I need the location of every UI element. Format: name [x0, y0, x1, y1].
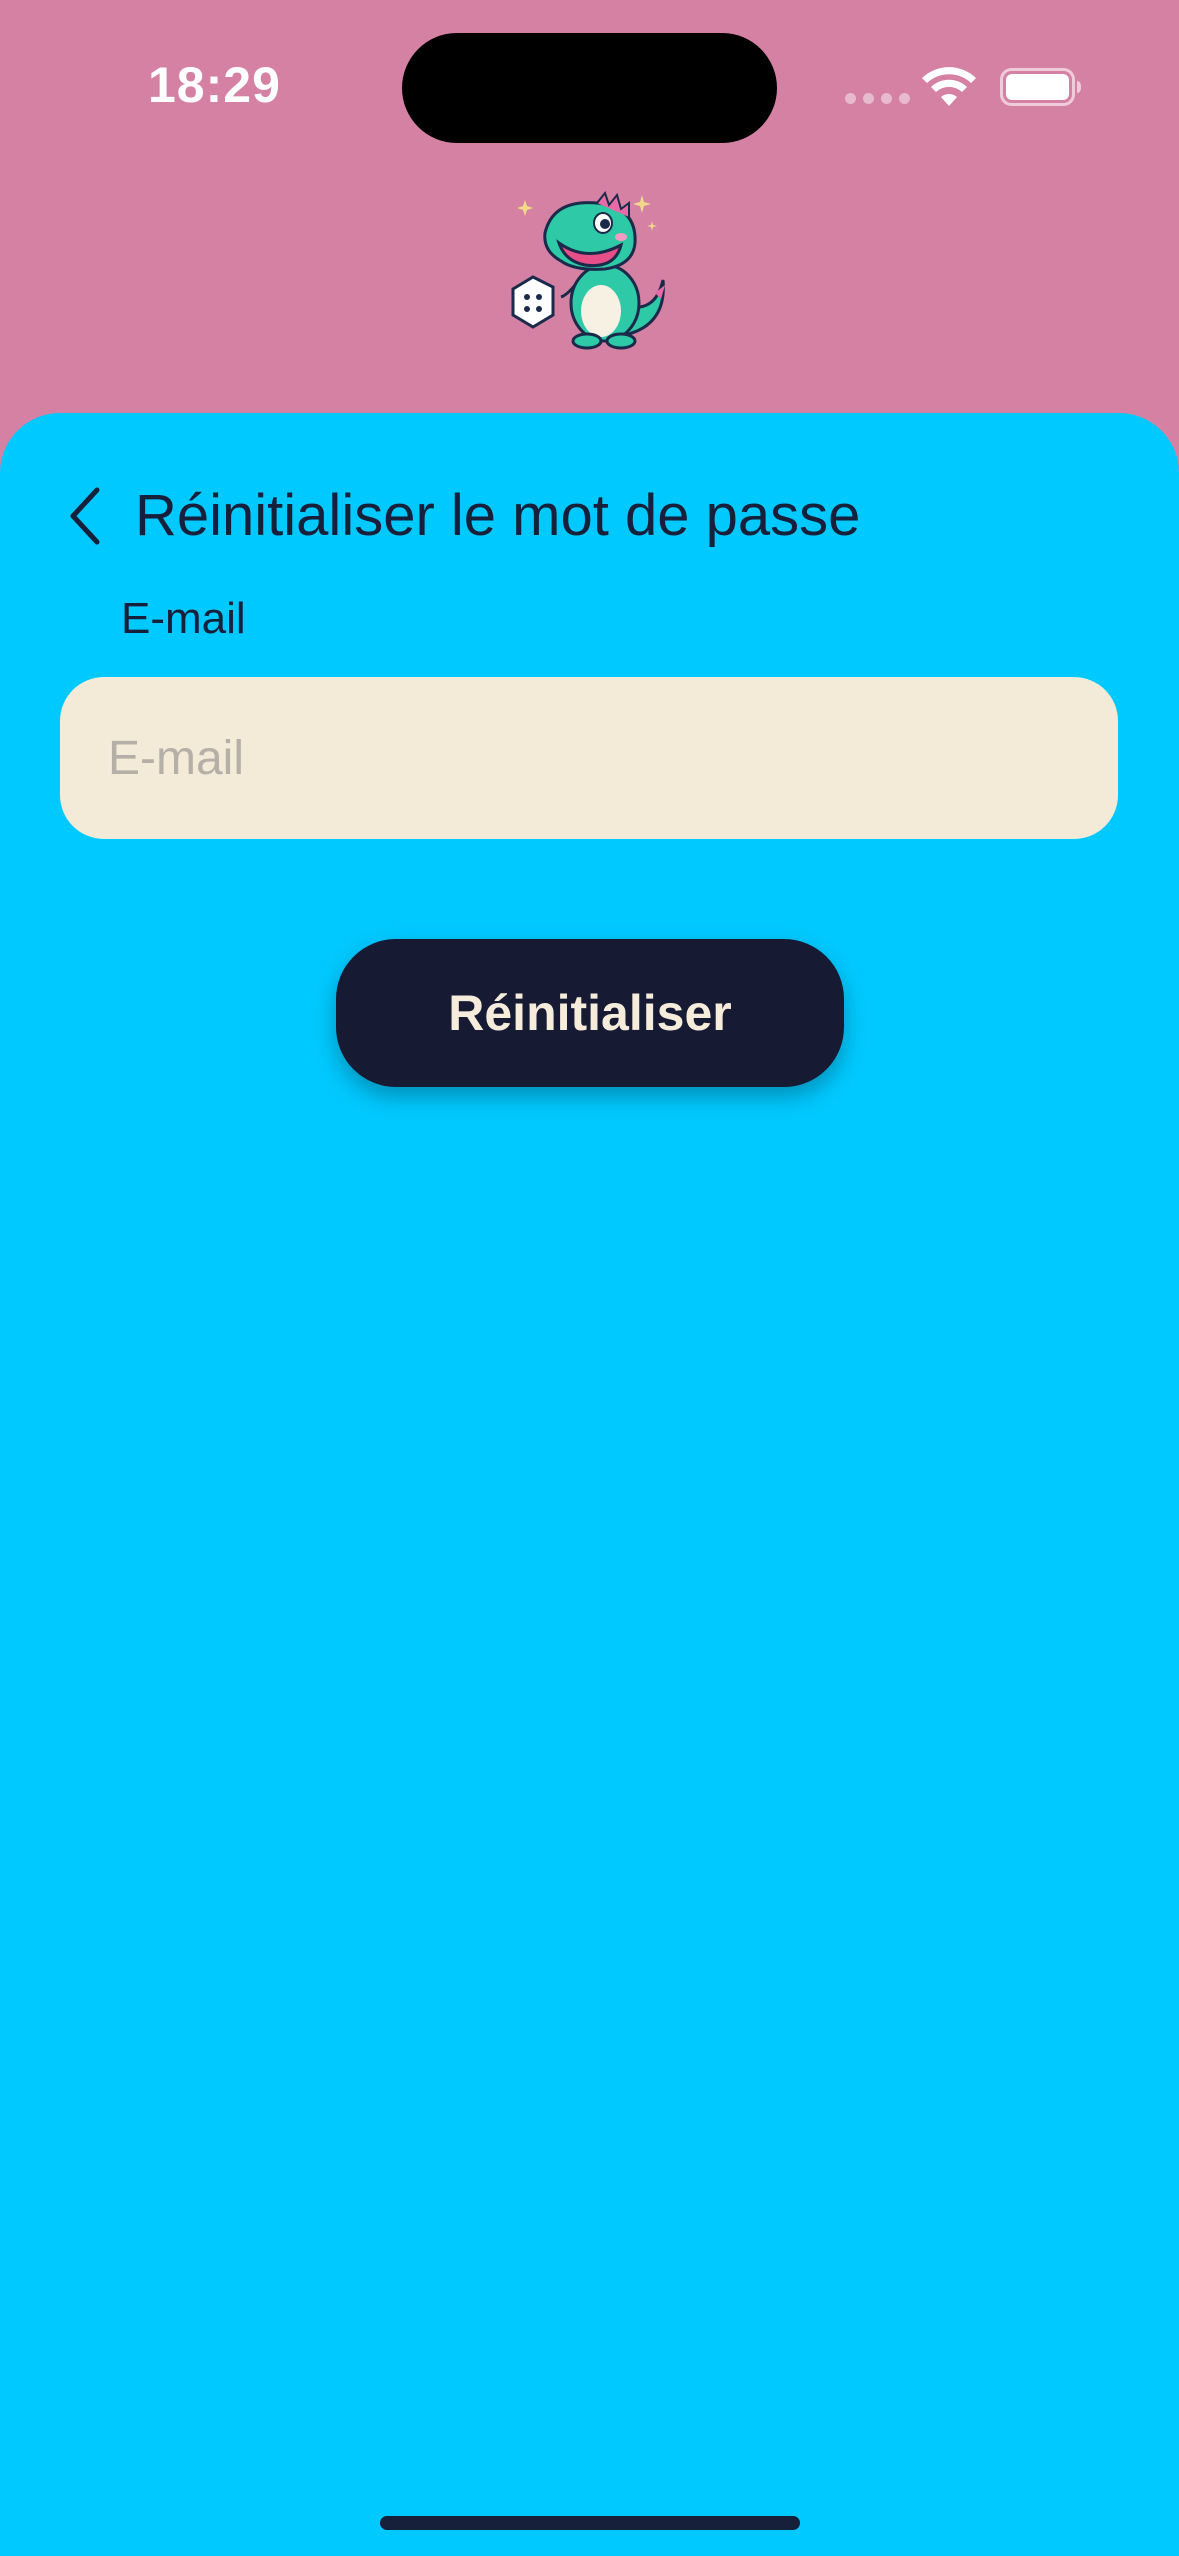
battery-icon	[1000, 68, 1081, 106]
email-input[interactable]	[60, 677, 1118, 839]
status-time: 18:29	[148, 57, 281, 113]
home-indicator	[380, 2516, 800, 2530]
reset-password-sheet: Réinitialiser le mot de passe E-mail Réi…	[0, 413, 1179, 2556]
back-button[interactable]	[55, 473, 115, 559]
dinosaur-with-dice-logo	[511, 190, 665, 350]
page-title: Réinitialiser le mot de passe	[135, 483, 861, 548]
wifi-icon	[922, 67, 976, 106]
chevron-left-icon	[70, 487, 100, 545]
cellular-signal-icon	[845, 93, 910, 104]
dynamic-island	[402, 33, 777, 143]
reset-button[interactable]: Réinitialiser	[336, 939, 844, 1087]
reset-password-screen: 18:29 Réinitialiser le mot de passe E-ma…	[0, 0, 1179, 2556]
email-label: E-mail	[121, 594, 246, 643]
